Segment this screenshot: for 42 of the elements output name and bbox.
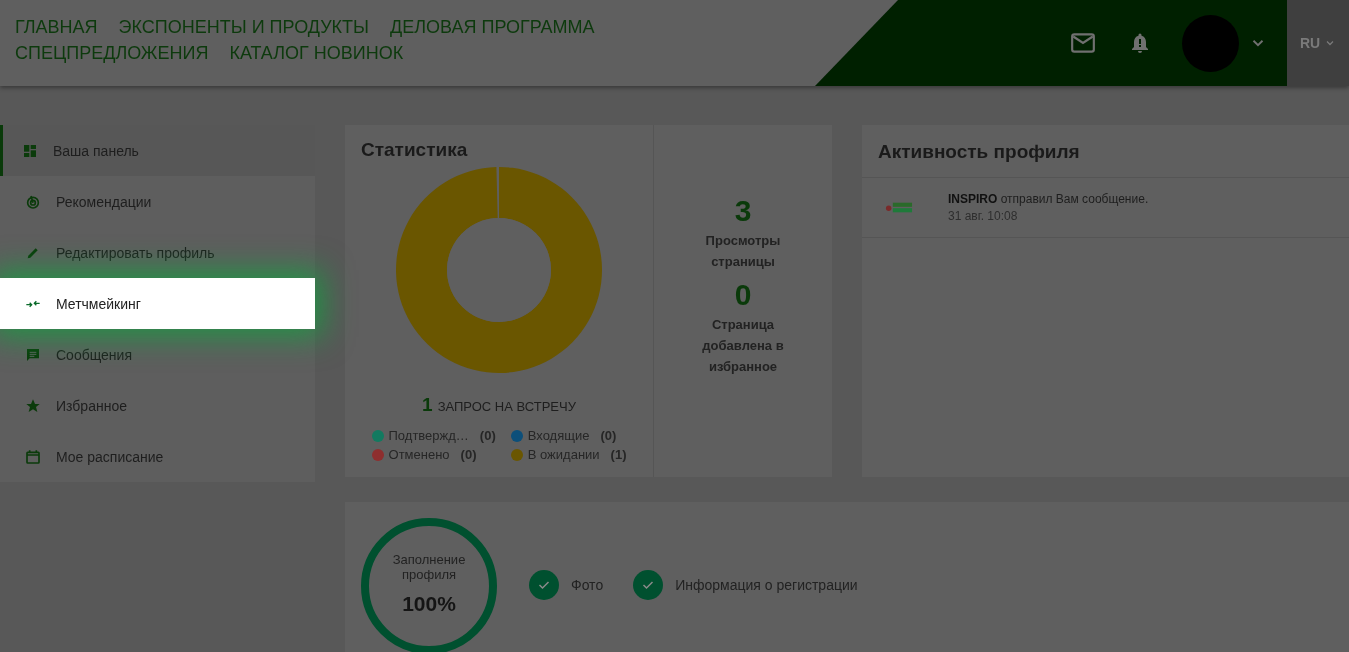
language-selector[interactable]: RU: [1299, 35, 1321, 51]
sidebar-item[interactable]: Сообщения: [0, 329, 315, 380]
sidebar-item[interactable]: Мое расписание: [0, 431, 315, 482]
star-icon: [25, 397, 41, 414]
card-title: Статистика: [361, 139, 468, 161]
legend-label: Отменено: [388, 447, 450, 462]
sidebar-item[interactable]: Редактировать профиль: [0, 227, 315, 278]
check-label: Фото: [571, 577, 604, 593]
legend-label: Подтвержд…: [388, 428, 469, 443]
nav-link[interactable]: КАТАЛОГ НОВИНОК: [229, 42, 404, 64]
sidebar-item[interactable]: Метчмейкинг: [0, 278, 315, 329]
nav-link[interactable]: ЭКСПОНЕНТЫ И ПРОДУКТЫ: [118, 16, 369, 38]
calendar-icon: [25, 448, 41, 465]
metric-value: 0: [734, 276, 752, 313]
card-title: Активность профиля: [862, 125, 1349, 178]
check-label: Информация о регистрации: [675, 577, 858, 593]
metric-label: Страница добавлена в избранное: [701, 315, 785, 376]
request-count: 1: [422, 394, 433, 416]
metric-value: 3: [734, 192, 752, 229]
company-logo-icon: [884, 202, 914, 213]
ring-label: Заполнение профиля: [391, 552, 467, 582]
metric-label: Просмотры страницы: [704, 231, 782, 271]
mail-icon: [1070, 30, 1096, 56]
avatar[interactable]: [1182, 14, 1239, 72]
nav-link[interactable]: СПЕЦПРЕДЛОЖЕНИЯ: [15, 42, 209, 64]
request-label: ЗАПРОС НА ВСТРЕЧУ: [437, 399, 576, 414]
chat-icon: [25, 346, 41, 363]
legend-label: В ожидании: [527, 447, 600, 462]
sidebar-item[interactable]: Ваша панель: [0, 125, 315, 176]
activity-message: INSPIRO отправил Вам сообщение.: [948, 192, 1149, 206]
legend-label: Входящие: [527, 428, 590, 443]
nav-link[interactable]: ДЕЛОВАЯ ПРОГРАММА: [390, 16, 595, 38]
legend-count: (0): [479, 428, 496, 443]
legend-count: (1): [610, 447, 627, 462]
ring-value: 100%: [402, 592, 456, 616]
dashboard-icon: [22, 142, 38, 159]
radar-icon: [25, 193, 41, 210]
legend-count: (0): [460, 447, 477, 462]
legend-count: (0): [600, 428, 617, 443]
nav-link[interactable]: ГЛАВНАЯ: [15, 16, 98, 38]
sidebar-item[interactable]: Избранное: [0, 380, 315, 431]
sidebar-item[interactable]: Рекомендации: [0, 176, 315, 227]
